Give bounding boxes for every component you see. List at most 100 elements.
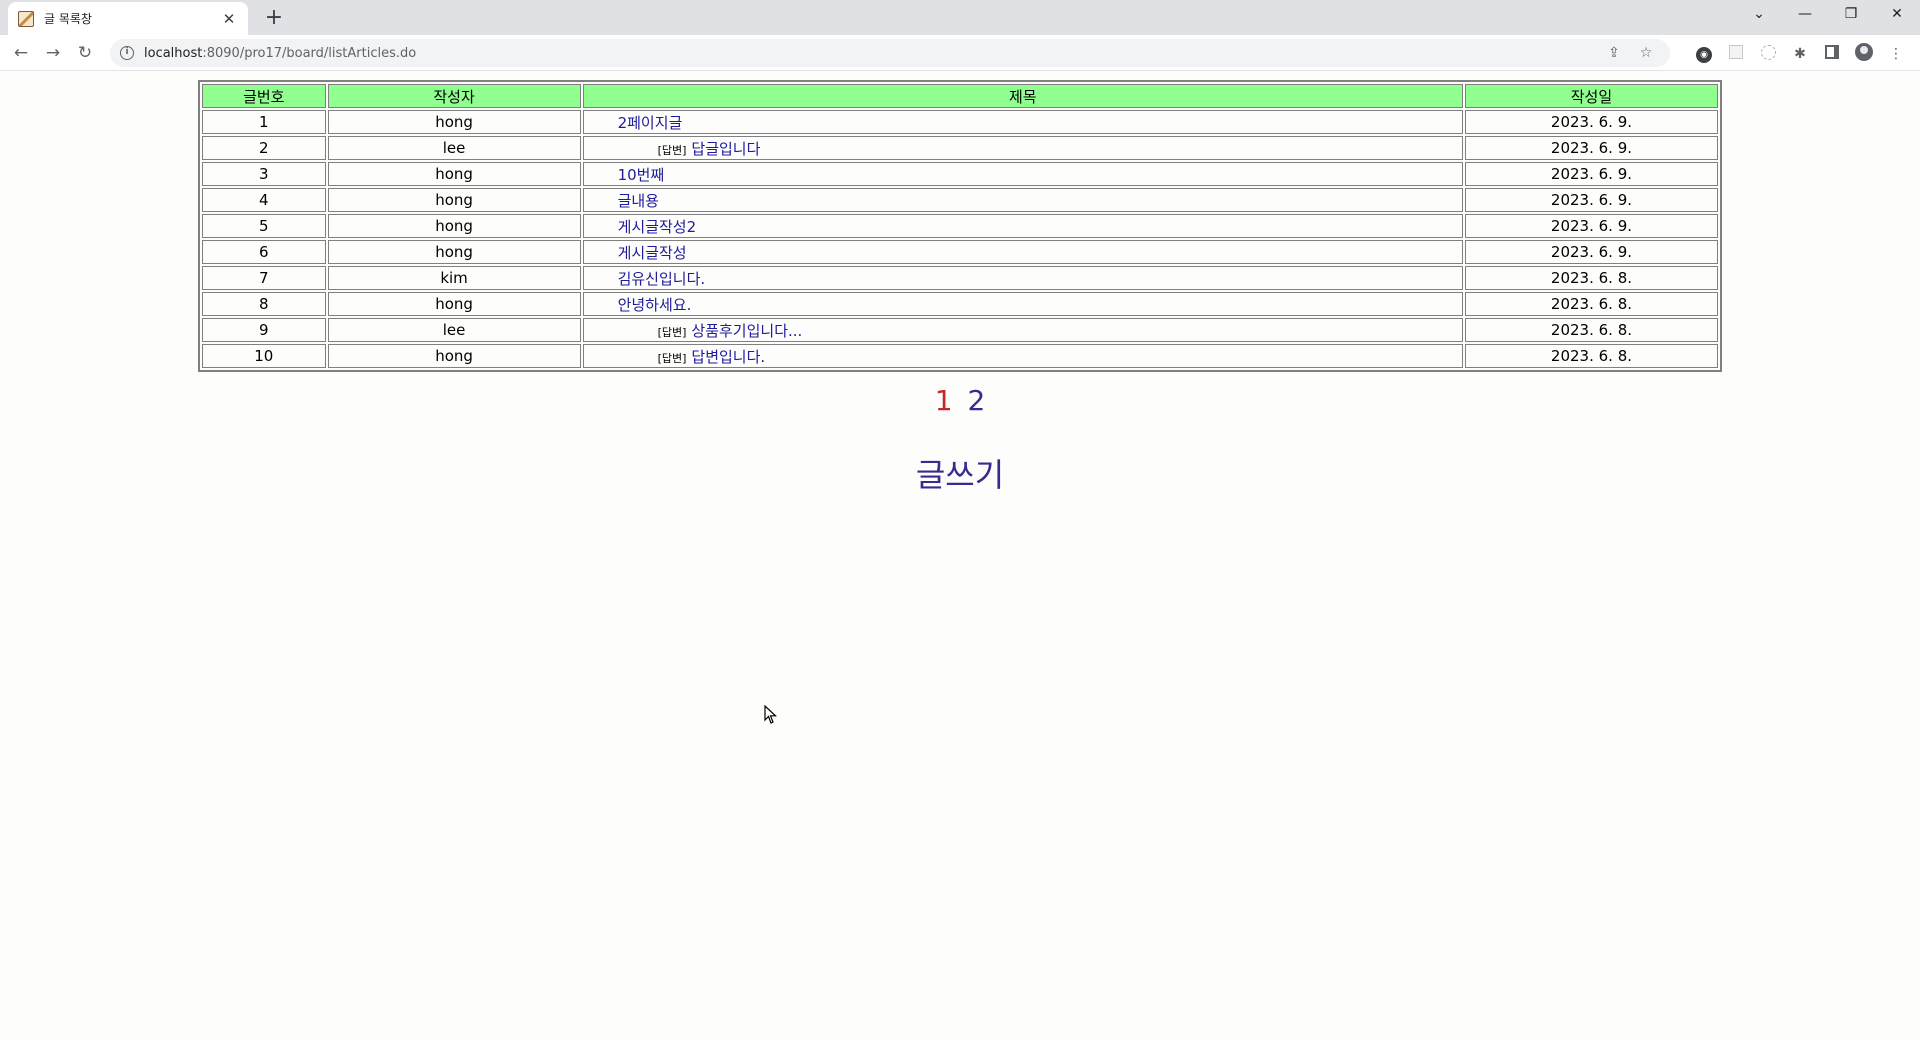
date-cell: 2023. 6. 9.: [1464, 110, 1718, 134]
writer-cell: hong: [327, 240, 581, 264]
article-title-link[interactable]: 답변입니다.: [691, 348, 765, 366]
profile-avatar-icon[interactable]: [1848, 43, 1880, 65]
page-link-1[interactable]: 1: [935, 384, 953, 417]
url-host: localhost: [144, 45, 203, 61]
title-wrapper: [답변] 답글입니다: [588, 138, 761, 159]
extension-box-icon[interactable]: [1720, 45, 1752, 63]
date-cell: 2023. 6. 9.: [1464, 214, 1718, 238]
article-title-link[interactable]: 2페이지글: [618, 114, 683, 132]
title-cell: 2페이지글: [582, 110, 1463, 134]
title-cell: [답변] 상품후기입니다...: [582, 318, 1463, 342]
header-date: 작성일: [1464, 84, 1718, 108]
article-no-cell: 10: [202, 344, 326, 368]
article-no-cell: 5: [202, 214, 326, 238]
page-favicon-icon: [18, 10, 34, 27]
extension-circle-icon[interactable]: ◉: [1688, 45, 1720, 63]
new-tab-button[interactable]: +: [260, 5, 288, 33]
share-icon[interactable]: ⇪: [1598, 45, 1630, 61]
restore-button[interactable]: ❐: [1828, 0, 1874, 30]
title-wrapper: 10번째: [588, 164, 665, 185]
date-cell: 2023. 6. 8.: [1464, 292, 1718, 316]
article-list-table: 글번호 작성자 제목 작성일 1 hong 2페이지글 2023. 6. 9. 2 lee…: [198, 80, 1722, 372]
date-cell: 2023. 6. 8.: [1464, 344, 1718, 368]
article-no-cell: 1: [202, 110, 326, 134]
extensions-puzzle-icon[interactable]: ✱: [1784, 46, 1816, 62]
reply-tag: [답변]: [657, 325, 687, 339]
title-wrapper: 게시글작성2: [588, 216, 697, 237]
table-row: 3 hong 10번째 2023. 6. 9.: [202, 162, 1718, 186]
title-cell: 게시글작성: [582, 240, 1463, 264]
header-title: 제목: [582, 84, 1463, 108]
browser-toolbar: ← → ↻ i localhost:8090/pro17/board/listA…: [0, 35, 1920, 71]
writer-cell: hong: [327, 162, 581, 186]
tab-search-chevron-icon[interactable]: ⌄: [1736, 0, 1782, 30]
title-cell: 김유신입니다.: [582, 266, 1463, 290]
writer-cell: hong: [327, 188, 581, 212]
table-row: 1 hong 2페이지글 2023. 6. 9.: [202, 110, 1718, 134]
writer-cell: hong: [327, 214, 581, 238]
title-cell: [답변] 답변입니다.: [582, 344, 1463, 368]
table-row: 6 hong 게시글작성 2023. 6. 9.: [202, 240, 1718, 264]
url-text[interactable]: localhost:8090/pro17/board/listArticles.…: [144, 46, 416, 61]
tab-title: 글 목록창: [44, 12, 92, 26]
article-no-cell: 7: [202, 266, 326, 290]
minimize-button[interactable]: —: [1782, 0, 1828, 30]
site-info-icon[interactable]: i: [120, 46, 134, 60]
writer-cell: hong: [327, 292, 581, 316]
table-row: 9 lee [답변] 상품후기입니다... 2023. 6. 8.: [202, 318, 1718, 342]
title-wrapper: 김유신입니다.: [588, 268, 706, 289]
title-cell: 10번째: [582, 162, 1463, 186]
article-title-link[interactable]: 상품후기입니다...: [691, 322, 802, 340]
title-cell: 안녕하세요.: [582, 292, 1463, 316]
page-link-2[interactable]: 2: [967, 384, 985, 417]
date-cell: 2023. 6. 8.: [1464, 266, 1718, 290]
menu-kebab-icon[interactable]: ⋮: [1880, 46, 1912, 62]
title-wrapper: 2페이지글: [588, 112, 683, 133]
article-title-link[interactable]: 안녕하세요.: [618, 296, 692, 314]
article-no-cell: 2: [202, 136, 326, 160]
table-row: 5 hong 게시글작성2 2023. 6. 9.: [202, 214, 1718, 238]
article-title-link[interactable]: 답글입니다: [691, 140, 760, 158]
writer-cell: lee: [327, 318, 581, 342]
address-bar[interactable]: i localhost:8090/pro17/board/listArticle…: [110, 39, 1670, 67]
table-row: 4 hong 글내용 2023. 6. 9.: [202, 188, 1718, 212]
back-arrow-icon[interactable]: ←: [8, 41, 34, 67]
writer-cell: kim: [327, 266, 581, 290]
reload-icon[interactable]: ↻: [72, 41, 98, 67]
article-title-link[interactable]: 게시글작성2: [618, 218, 697, 236]
side-panel-icon[interactable]: [1816, 45, 1848, 63]
reply-tag: [답변]: [657, 143, 687, 157]
article-no-cell: 6: [202, 240, 326, 264]
title-cell: [답변] 답글입니다: [582, 136, 1463, 160]
table-body: 1 hong 2페이지글 2023. 6. 9. 2 lee [답변] 답글입니다 2023. …: [202, 110, 1718, 368]
url-path: :8090/pro17/board/listArticles.do: [202, 45, 417, 61]
tab-close-icon[interactable]: ✕: [220, 10, 238, 28]
article-title-link[interactable]: 10번째: [618, 166, 665, 184]
date-cell: 2023. 6. 8.: [1464, 318, 1718, 342]
write-article-link[interactable]: 글쓰기: [0, 450, 1920, 496]
reply-tag: [답변]: [657, 351, 687, 365]
browser-tab[interactable]: 글 목록창 ✕: [8, 2, 248, 35]
extension-icons: ◉ ✱ ⋮: [1688, 41, 1912, 67]
bookmark-star-icon[interactable]: ☆: [1630, 45, 1662, 61]
article-no-cell: 4: [202, 188, 326, 212]
window-controls: ⌄ — ❐ ✕: [1736, 0, 1920, 30]
extension-ring-icon[interactable]: [1752, 44, 1784, 64]
close-window-button[interactable]: ✕: [1874, 0, 1920, 30]
article-no-cell: 3: [202, 162, 326, 186]
title-wrapper: 게시글작성: [588, 242, 687, 263]
article-title-link[interactable]: 김유신입니다.: [618, 270, 706, 288]
date-cell: 2023. 6. 9.: [1464, 240, 1718, 264]
forward-arrow-icon[interactable]: →: [40, 41, 66, 67]
article-title-link[interactable]: 게시글작성: [618, 244, 687, 262]
title-wrapper: [답변] 답변입니다.: [588, 346, 766, 367]
title-wrapper: 안녕하세요.: [588, 294, 692, 315]
date-cell: 2023. 6. 9.: [1464, 188, 1718, 212]
writer-cell: lee: [327, 136, 581, 160]
article-no-cell: 8: [202, 292, 326, 316]
page-content: 글번호 작성자 제목 작성일 1 hong 2페이지글 2023. 6. 9. 2 lee…: [0, 72, 1920, 1040]
article-title-link[interactable]: 글내용: [618, 192, 659, 210]
writer-cell: hong: [327, 110, 581, 134]
article-no-cell: 9: [202, 318, 326, 342]
date-cell: 2023. 6. 9.: [1464, 162, 1718, 186]
